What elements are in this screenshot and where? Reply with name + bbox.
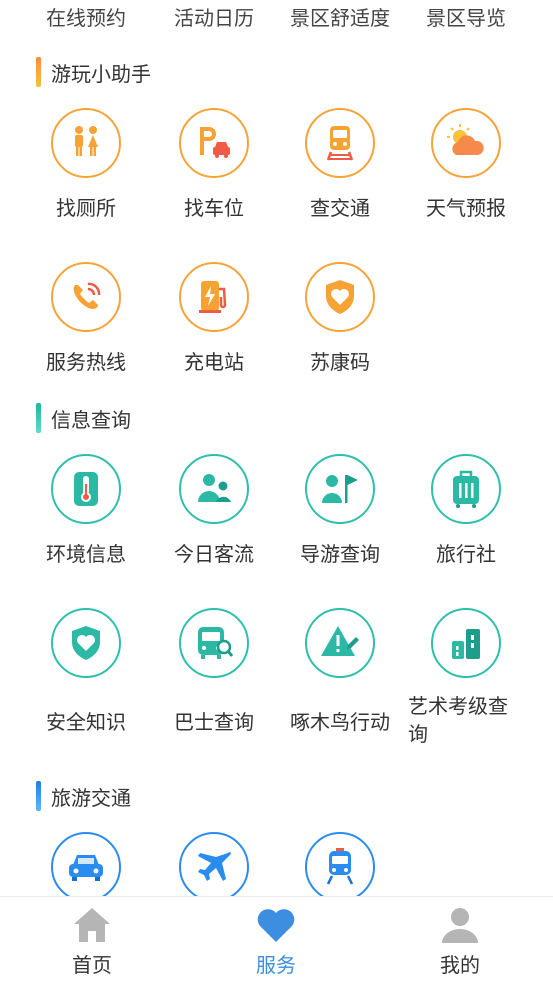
parking-icon [179,108,249,178]
item-label: 找厕所 [56,196,116,220]
tab-home[interactable]: 首页 [0,897,184,984]
train-icon [305,108,375,178]
building-chart-icon [431,608,501,678]
item-label: 查交通 [310,196,370,220]
section-title-text: 游玩小助手 [51,61,151,86]
airplane-icon [179,832,249,902]
scenic-guide-link[interactable]: 景区导览 [402,2,530,31]
thermometer-icon [51,454,121,524]
people-icon [179,454,249,524]
online-booking-link[interactable]: 在线预约 [22,2,150,31]
scenic-comfort-link[interactable]: 景区舒适度 [276,2,404,31]
item-label: 导游查询 [300,542,380,566]
item-label: 充电站 [184,350,244,374]
item-label: 安全知识 [46,710,126,734]
toilet-icon [51,108,121,178]
quick-links-row: 在线预约 活动日历 景区舒适度 景区导览 [0,0,553,34]
bus-search-icon [179,608,249,678]
section-title-text: 旅游交通 [51,785,131,810]
bottom-tab-bar: 首页 服务 我的 [0,896,553,984]
item-label: 苏康码 [310,350,370,374]
item-label: 巴士查询 [174,710,254,734]
section-accent-bar [36,57,41,87]
item-label: 旅行社 [436,542,496,566]
section-title-text: 信息查询 [51,407,131,432]
item-label: 服务热线 [46,350,126,374]
phone-icon [51,262,121,332]
item-label: 找车位 [184,196,244,220]
guide-flag-icon [305,454,375,524]
item-label: 环境信息 [46,542,126,566]
tab-home-label: 首页 [72,953,112,977]
car-icon [51,832,121,902]
tab-service-label: 服务 [256,953,296,977]
section-accent-bar [36,781,41,811]
shield-heart-icon [51,608,121,678]
tab-mine-label: 我的 [440,953,480,977]
item-label: 艺术考级查询 [408,694,508,746]
home-icon [74,908,110,942]
train-icon [305,832,375,902]
activity-calendar-link[interactable]: 活动日历 [150,2,278,31]
item-label: 今日客流 [174,542,254,566]
heart-icon [257,909,295,942]
section-title-info: 信息查询 [36,402,131,434]
section-title-transport: 旅游交通 [36,780,131,812]
section-title-assistant: 游玩小助手 [36,56,151,88]
section-accent-bar [36,403,41,433]
tab-mine[interactable]: 我的 [368,897,552,984]
charging-icon [179,262,249,332]
suitcase-icon [431,454,501,524]
item-label: 天气预报 [426,196,506,220]
weather-icon [431,108,501,178]
shield-heart-icon [305,262,375,332]
warning-pen-icon [305,608,375,678]
user-icon [442,908,478,943]
item-label: 啄木鸟行动 [290,710,390,734]
tab-service[interactable]: 服务 [184,897,368,984]
